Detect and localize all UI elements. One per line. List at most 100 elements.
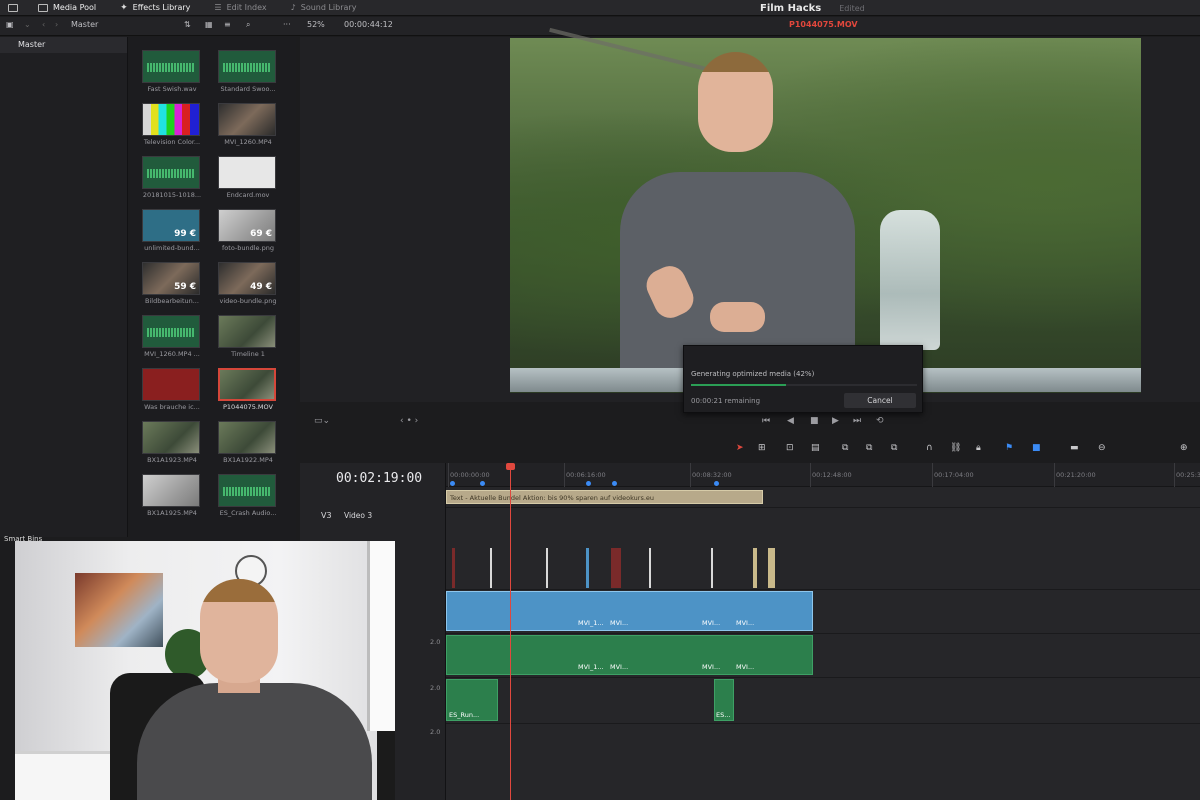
sort-icon[interactable]: ⇅ bbox=[184, 20, 191, 29]
zoom-level[interactable]: 52% bbox=[307, 20, 325, 29]
timeline-marker[interactable] bbox=[586, 481, 591, 486]
timeline-marker[interactable] bbox=[612, 481, 617, 486]
audio-clip-track[interactable] bbox=[446, 635, 813, 675]
clip-label: MVI_1260.MP4 ... bbox=[144, 350, 200, 358]
clip-thumbnail bbox=[218, 315, 276, 348]
media-clip[interactable]: Television Color... bbox=[142, 103, 202, 146]
ruler-label: 00:17:04:00 bbox=[934, 471, 974, 479]
skip-forward-icon[interactable]: ⏭ bbox=[853, 416, 861, 426]
track-v3-name[interactable]: Video 3 bbox=[344, 511, 372, 520]
clip-thumbnail bbox=[218, 474, 276, 507]
replace-icon[interactable]: ⧉ bbox=[891, 443, 903, 455]
media-clip[interactable]: 49 € video-bundle.png bbox=[218, 262, 278, 305]
snapping-icon[interactable]: ∩ bbox=[926, 443, 938, 455]
bin-list: Master bbox=[0, 37, 128, 537]
zoom-out-icon[interactable]: ⊖ bbox=[1098, 443, 1110, 455]
sound-library-tab[interactable]: ♪ Sound Library bbox=[279, 0, 369, 16]
bin-name: Master bbox=[71, 20, 99, 29]
bin-master[interactable]: Master bbox=[0, 37, 127, 53]
viewer-timecode: 00:00:44:12 bbox=[344, 20, 393, 29]
loop-icon[interactable]: ⟲ bbox=[876, 416, 884, 426]
audio-clip-label: MVI... bbox=[736, 663, 755, 671]
media-clip[interactable]: 69 € foto-bundle.png bbox=[218, 209, 278, 252]
selection-tool-icon[interactable]: ➤ bbox=[736, 443, 748, 455]
forward-icon[interactable]: › bbox=[55, 20, 58, 29]
panel-toggle-button[interactable] bbox=[0, 0, 26, 16]
lock-icon[interactable]: 🔒︎ bbox=[976, 443, 988, 455]
timeline-marker[interactable] bbox=[450, 481, 455, 486]
list-view-icon[interactable]: ≡ bbox=[224, 20, 231, 29]
media-pool-tab[interactable]: Media Pool bbox=[26, 0, 108, 16]
media-clip[interactable]: Was brauche ic... bbox=[142, 368, 202, 411]
clip-thumbnail bbox=[142, 474, 200, 507]
more-options-icon[interactable]: ··· bbox=[283, 20, 291, 29]
trim-tool-icon[interactable]: ⊞ bbox=[758, 443, 770, 455]
timeline-ruler[interactable]: 00:00:00:00 00:06:16:00 00:08:32:00 00:1… bbox=[446, 463, 1200, 487]
chevron-down-icon[interactable]: ⌄ bbox=[24, 20, 31, 29]
zoom-in-icon[interactable]: ⊕ bbox=[1180, 443, 1192, 455]
timeline-view-icon[interactable]: ▬ bbox=[1070, 443, 1082, 455]
effects-library-tab[interactable]: ✦ Effects Library bbox=[108, 0, 202, 16]
insert-icon[interactable]: ⧉ bbox=[842, 443, 854, 455]
blade-tool-icon[interactable]: ▤ bbox=[811, 443, 823, 455]
video-clip-label: MVI... bbox=[736, 619, 755, 627]
media-clip[interactable]: Standard Swoo... bbox=[218, 50, 278, 93]
marker-icon[interactable]: ■ bbox=[1032, 443, 1044, 455]
clip-label: BX1A1923.MP4 bbox=[147, 456, 197, 464]
link-icon[interactable]: ⛓ bbox=[950, 443, 962, 455]
stop-icon[interactable]: ■ bbox=[810, 416, 819, 426]
dynamic-trim-icon[interactable]: ⊡ bbox=[786, 443, 798, 455]
viewer-mode-icon[interactable]: ▭⌄ bbox=[314, 416, 330, 426]
media-clip[interactable]: P1044075.MOV bbox=[218, 368, 278, 411]
media-clip[interactable]: 99 € unlimited-bund... bbox=[142, 209, 202, 252]
media-clip[interactable]: MVI_1260.MP4 bbox=[218, 103, 278, 146]
timeline-marker[interactable] bbox=[480, 481, 485, 486]
media-clip[interactable]: Fast Swish.wav bbox=[142, 50, 202, 93]
clip-label: 20181015-1018... bbox=[142, 191, 202, 199]
media-pool-icon bbox=[38, 3, 48, 12]
media-clip[interactable]: 20181015-1018... bbox=[142, 156, 202, 199]
clip-thumbnail bbox=[218, 156, 276, 189]
video-clip-label: MVI_1... bbox=[578, 619, 604, 627]
time-remaining: 00:00:21 remaining bbox=[691, 397, 761, 405]
back-icon[interactable]: ‹ bbox=[42, 20, 45, 29]
overwrite-icon[interactable]: ⧉ bbox=[866, 443, 878, 455]
media-clip[interactable]: BX1A1925.MP4 bbox=[142, 474, 202, 517]
media-clip[interactable]: Timeline 1 bbox=[218, 315, 278, 358]
skip-back-icon[interactable]: ⏮ bbox=[762, 416, 770, 426]
clip-thumbnail bbox=[218, 368, 276, 401]
sidebar-toggle-icon[interactable]: ▣ bbox=[6, 20, 14, 29]
media-clip[interactable]: BX1A1923.MP4 bbox=[142, 421, 202, 464]
title-clip[interactable]: Text - Aktuelle Bundel Aktion: bis 90% s… bbox=[446, 490, 763, 504]
viewer-clip-name[interactable]: P1044075.MOV bbox=[789, 20, 858, 29]
presenter-face-image bbox=[200, 579, 278, 683]
timeline-marker[interactable] bbox=[714, 481, 719, 486]
painting-image bbox=[75, 573, 163, 647]
playhead[interactable] bbox=[506, 463, 515, 800]
cancel-button[interactable]: Cancel bbox=[844, 393, 916, 408]
presenter-image bbox=[620, 52, 855, 368]
ruler-label: 00:21:20:00 bbox=[1056, 471, 1096, 479]
grid-view-icon[interactable]: ▦ bbox=[205, 20, 213, 29]
media-clip[interactable]: ES_Crash Audio... bbox=[218, 474, 278, 517]
audio-clip-label: ES... bbox=[716, 711, 731, 719]
media-clip[interactable]: 59 € Bildbearbeitun... bbox=[142, 262, 202, 305]
price-label: 99 € bbox=[174, 229, 196, 239]
media-clip[interactable]: BX1A1922.MP4 bbox=[218, 421, 278, 464]
media-pool-label: Media Pool bbox=[53, 3, 97, 12]
sound-icon: ♪ bbox=[290, 3, 296, 12]
flag-icon[interactable]: ⚑ bbox=[1005, 443, 1017, 455]
media-clip[interactable]: Endcard.mov bbox=[218, 156, 278, 199]
edit-index-label: Edit Index bbox=[226, 3, 267, 12]
ruler-label: 00:25:3 bbox=[1176, 471, 1200, 479]
clip-label: Endcard.mov bbox=[226, 191, 270, 199]
search-icon[interactable]: ⌕ bbox=[246, 20, 250, 30]
media-clip[interactable]: MVI_1260.MP4 ... bbox=[142, 315, 202, 358]
play-icon[interactable]: ▶ bbox=[832, 416, 839, 426]
track-volume: 2.0 bbox=[430, 684, 441, 692]
video-clip-track[interactable] bbox=[446, 591, 813, 631]
edit-index-tab[interactable]: ☰ Edit Index bbox=[202, 0, 278, 16]
timeline-tracks[interactable]: 00:00:00:00 00:06:16:00 00:08:32:00 00:1… bbox=[446, 463, 1200, 800]
jog-icon[interactable]: ‹ • › bbox=[400, 416, 418, 426]
play-reverse-icon[interactable]: ◀ bbox=[787, 416, 794, 426]
